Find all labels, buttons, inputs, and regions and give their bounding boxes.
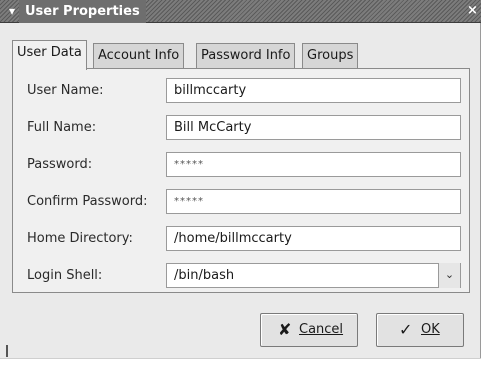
resize-grip[interactable] [6,345,8,357]
ok-icon: ✓ [399,320,413,339]
user-name-field[interactable]: billmccarty [166,78,461,103]
password-field[interactable]: ***** [166,152,461,177]
ok-button[interactable]: ✓ OK [376,313,464,347]
window-title: User Properties [19,0,146,23]
tab-password-info[interactable]: Password Info [196,43,296,69]
password-label: Password: [27,157,93,172]
confirm-password-label: Confirm Password: [27,194,148,209]
login-shell-combo[interactable]: /bin/bash ⌄ [166,263,461,288]
cancel-icon: ✘ [278,320,292,339]
full-name-field[interactable]: Bill McCarty [166,115,461,140]
login-shell-label: Login Shell: [27,268,103,283]
home-directory-label: Home Directory: [27,231,133,246]
home-directory-field[interactable]: /home/billmccarty [166,226,461,251]
tab-user-data[interactable]: User Data [12,40,87,70]
confirm-password-field[interactable]: ***** [166,189,461,214]
close-icon[interactable]: × [467,3,481,19]
user-properties-window: ▾ User Properties × User Data Account In… [0,0,481,370]
tab-groups[interactable]: Groups [302,43,359,69]
cancel-button-label: Cancel [299,322,344,337]
login-shell-value: /bin/bash [174,268,235,283]
user-name-label: User Name: [27,83,104,98]
chevron-down-icon[interactable]: ▾ [4,3,20,19]
user-data-panel: User Name: billmccarty Full Name: Bill M… [12,68,470,293]
tab-account-info[interactable]: Account Info [93,43,185,69]
full-name-label: Full Name: [27,120,97,135]
ok-button-label: OK [421,322,440,337]
title-bar[interactable]: ▾ User Properties × [0,0,481,23]
bottom-margin [0,358,481,370]
cancel-button[interactable]: ✘ Cancel [260,313,358,347]
dropdown-arrow-icon[interactable]: ⌄ [438,263,460,288]
